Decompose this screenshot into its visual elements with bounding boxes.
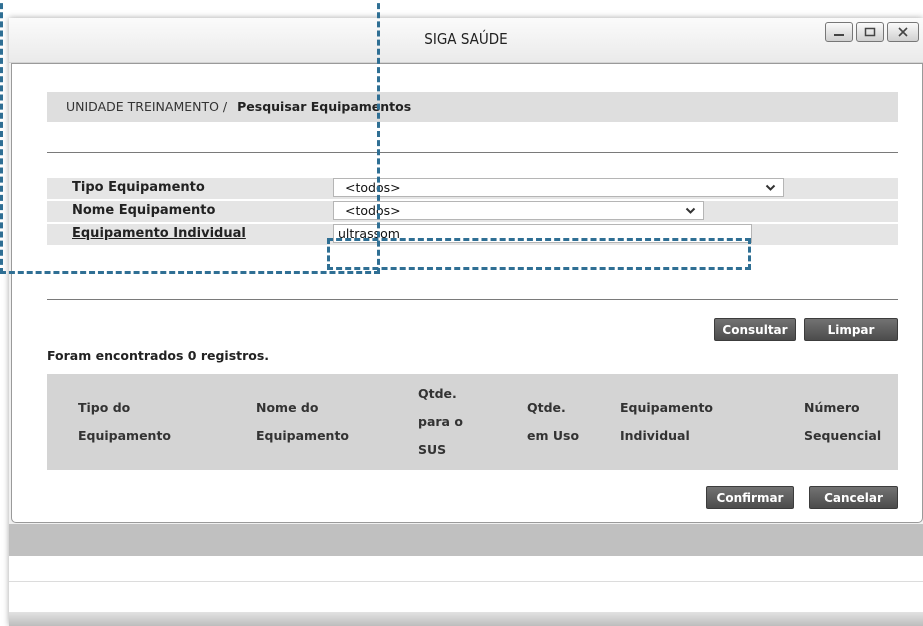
column-header: Equipamento Individual	[620, 400, 714, 443]
chevron-down-icon	[685, 207, 696, 214]
cancelar-button[interactable]: Cancelar	[809, 486, 898, 509]
close-button[interactable]	[887, 22, 919, 42]
divider	[47, 299, 898, 300]
confirmar-button[interactable]: Confirmar	[706, 486, 794, 509]
column-header: Nome do Equipamento	[256, 400, 350, 443]
column-header: Qtde. em Uso	[527, 400, 580, 443]
nome-equipamento-select[interactable]: <todos>	[333, 201, 704, 220]
status-strip	[9, 524, 923, 556]
highlight-input-frame	[327, 238, 751, 270]
highlight-frame	[0, 0, 380, 274]
result-count: Foram encontrados 0 registros.	[47, 348, 270, 363]
consultar-button[interactable]: Consultar	[714, 318, 796, 341]
limpar-button[interactable]: Limpar	[804, 318, 898, 341]
column-header: Tipo do Equipamento	[78, 400, 172, 443]
tipo-equipamento-select[interactable]: <todos>	[333, 178, 784, 197]
column-header: Número Sequencial	[804, 400, 882, 443]
maximize-button[interactable]	[856, 22, 884, 42]
minimize-button[interactable]	[825, 22, 853, 42]
bottom-bar	[9, 612, 923, 626]
chevron-down-icon	[765, 184, 776, 191]
maximize-icon	[864, 27, 876, 37]
close-icon	[898, 27, 908, 37]
divider	[9, 581, 923, 582]
window-controls	[822, 22, 919, 42]
results-table-header: Tipo do Equipamento Nome do Equipamento …	[47, 374, 898, 470]
minimize-icon	[834, 34, 844, 36]
column-header: Qtde. para o SUS	[418, 386, 463, 457]
